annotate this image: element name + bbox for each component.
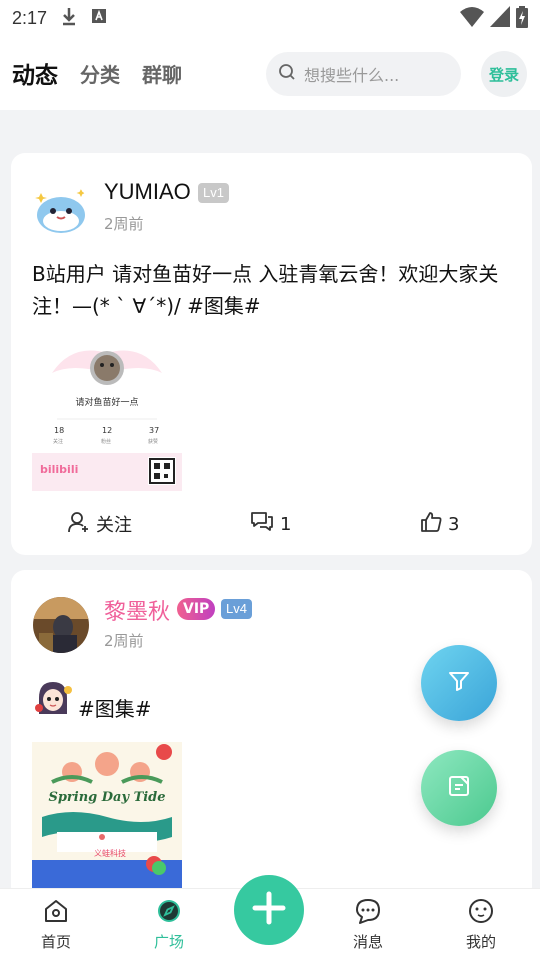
nav-label: 广场	[153, 933, 184, 951]
avatar[interactable]	[33, 181, 89, 237]
add-user-icon	[68, 511, 90, 538]
login-button[interactable]: 登录	[481, 51, 527, 97]
comment-button[interactable]: 1	[250, 511, 291, 538]
nav-home[interactable]: 首页	[26, 897, 86, 952]
tab-label: 分类	[80, 62, 120, 87]
status-time: 2:17	[12, 7, 48, 28]
nav-square[interactable]: 广场	[139, 897, 199, 952]
like-button[interactable]: 3	[420, 511, 459, 538]
nav-label: 首页	[40, 933, 71, 951]
image-stat-label: 关注	[53, 439, 64, 445]
image-title: Spring Day Tide	[48, 790, 166, 805]
publish-button[interactable]	[234, 875, 304, 945]
bilibili-logo: bilibili	[40, 463, 79, 476]
chat-icon	[354, 899, 382, 929]
comment-count: 1	[280, 513, 292, 535]
nav-label: 消息	[352, 933, 383, 951]
thumbs-up-icon	[420, 511, 442, 538]
tab-dynamic[interactable]: 动态	[10, 56, 60, 90]
level-badge: Lv4	[221, 599, 252, 619]
tab-category[interactable]: 分类	[80, 59, 120, 88]
top-header: 动态 分类 群聊 想搜些什么... 登录	[0, 36, 540, 110]
image-stat: 37	[149, 426, 160, 435]
tab-label: 群聊	[142, 62, 182, 87]
post-actions: 关注 1 3	[11, 509, 532, 539]
follow-button[interactable]: 关注	[68, 511, 132, 538]
image-footer: 义蛙科技	[94, 849, 126, 858]
filter-icon	[447, 669, 471, 697]
signal-icon	[490, 6, 510, 32]
plus-icon	[251, 890, 287, 930]
image-stat: 18	[54, 426, 65, 435]
compass-icon	[155, 900, 183, 929]
anime-emoji-icon	[33, 678, 73, 718]
battery-icon	[516, 6, 528, 32]
face-icon	[467, 899, 495, 929]
image-stat: 12	[102, 426, 113, 435]
post-card[interactable]: YUMIAO Lv1 2周前 B站用户 请对鱼苗好一点 入驻青氧云舍！欢迎大家关…	[11, 153, 532, 555]
image-caption: 请对鱼苗好一点	[75, 398, 139, 408]
filter-button[interactable]	[421, 645, 497, 721]
avatar[interactable]	[33, 597, 89, 653]
edit-icon	[447, 774, 471, 802]
nav-label: 我的	[465, 933, 496, 951]
post-time: 2周前	[104, 632, 144, 650]
tab-label: 动态	[12, 63, 58, 89]
nav-profile[interactable]: 我的	[451, 897, 511, 952]
search-input[interactable]: 想搜些什么...	[266, 52, 461, 96]
vip-badge: VIP	[177, 598, 216, 620]
username[interactable]: 黎墨秋	[104, 594, 170, 626]
search-icon	[278, 63, 296, 85]
image-stat-label: 粉丝	[101, 439, 112, 445]
home-icon	[42, 900, 70, 929]
image-stat-label: 获赞	[148, 439, 159, 445]
search-placeholder: 想搜些什么...	[304, 66, 400, 85]
username[interactable]: YUMIAO	[104, 179, 191, 205]
tab-group-chat[interactable]: 群聊	[142, 59, 182, 88]
level-badge: Lv1	[198, 183, 229, 203]
wifi-icon	[460, 6, 484, 32]
comment-icon	[250, 511, 274, 538]
post-image[interactable]: Spring Day Tide 义蛙科技	[32, 742, 182, 900]
compose-button[interactable]	[421, 750, 497, 826]
post-image[interactable]: 请对鱼苗好一点 18 12 37 关注 粉丝 获赞 bilibili	[32, 343, 182, 491]
post-time: 2周前	[104, 215, 144, 233]
follow-label: 关注	[96, 515, 132, 536]
like-count: 3	[448, 513, 460, 535]
download-icon	[61, 6, 77, 30]
post-content[interactable]: B站用户 请对鱼苗好一点 入驻青氧云舍！欢迎大家关注！—(* ` ∀´*)/ #…	[32, 258, 508, 322]
post-card[interactable]: 黎墨秋 VIP Lv4 2周前 #图集# Spring Day Tide 义蛙科…	[11, 570, 532, 900]
nav-messages[interactable]: 消息	[338, 897, 398, 952]
status-bar: 2:17	[0, 0, 540, 36]
font-icon	[91, 8, 107, 28]
